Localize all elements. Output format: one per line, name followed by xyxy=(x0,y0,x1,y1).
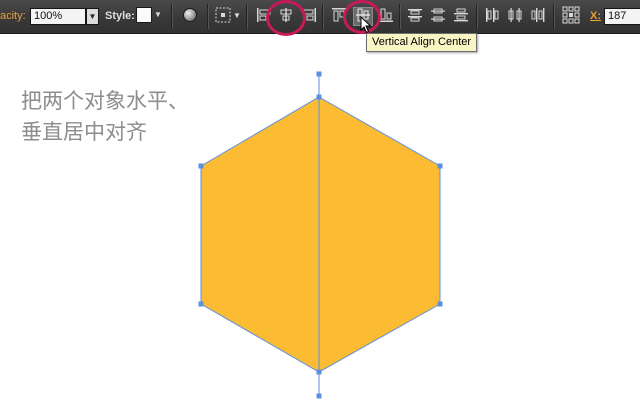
anchor-point[interactable] xyxy=(316,393,322,399)
anchor-point[interactable] xyxy=(316,369,322,375)
anchor-point[interactable] xyxy=(437,301,443,307)
anchor-point[interactable] xyxy=(198,301,204,307)
anchor-point[interactable] xyxy=(316,94,322,100)
anchor-point[interactable] xyxy=(316,71,322,77)
hexagon-shape[interactable] xyxy=(200,96,441,373)
artboard xyxy=(198,71,443,399)
anchor-point[interactable] xyxy=(437,163,443,169)
anchor-point[interactable] xyxy=(198,163,204,169)
